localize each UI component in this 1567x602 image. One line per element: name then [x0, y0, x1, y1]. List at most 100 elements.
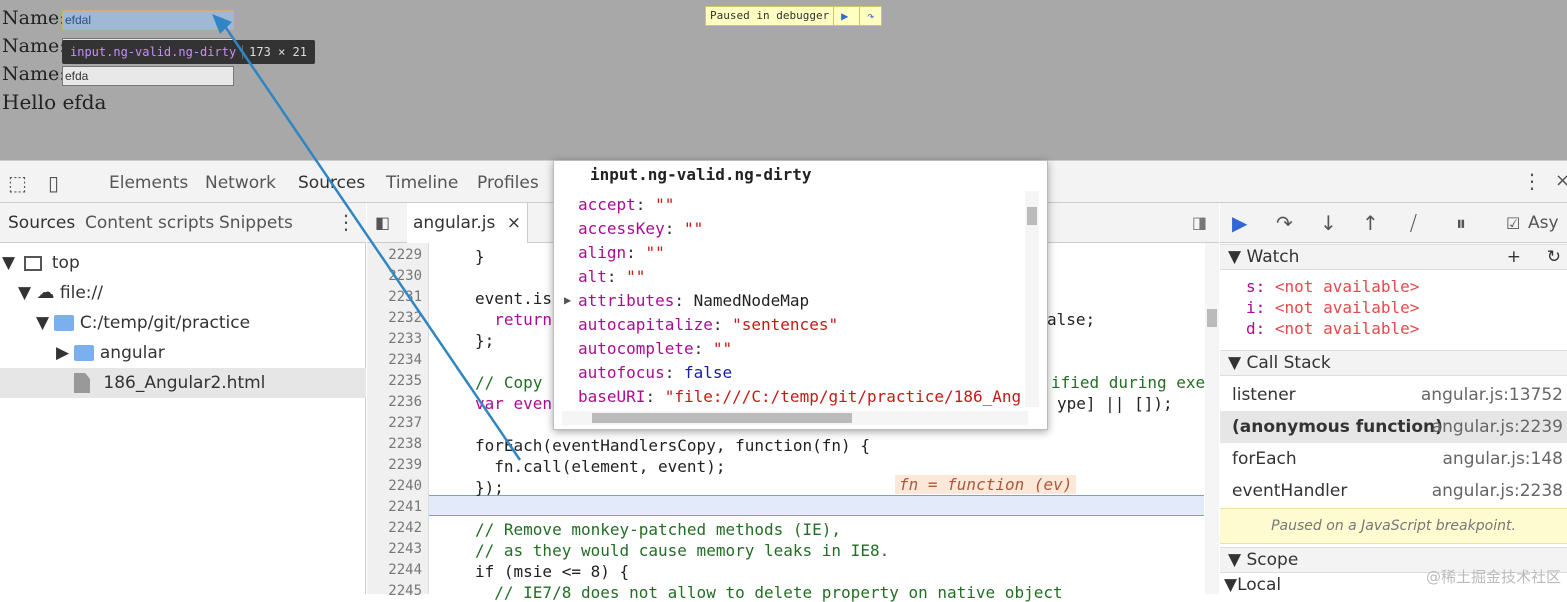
tree-item-file[interactable]: ▼ ☁ file:// [0, 278, 366, 308]
callstack-section-header[interactable]: ▼ Call Stack [1220, 350, 1567, 376]
popover-title: input.ng-valid.ng-dirty [590, 165, 812, 184]
inline-value: fn = function (ev) [895, 475, 1077, 494]
callstack-title: Call Stack [1246, 353, 1331, 373]
line-number[interactable]: 2235 [388, 373, 422, 389]
tree-item-folder-practice[interactable]: ▼ C:/temp/git/practice [0, 308, 366, 338]
tab-network[interactable]: Network [205, 173, 276, 193]
toggle-debugger-icon[interactable]: ◨ [1192, 213, 1207, 232]
more-menu-icon[interactable]: ⋮ [1522, 169, 1542, 193]
editor-scrollbar[interactable] [1205, 243, 1219, 594]
callstack-frame[interactable]: listener angular.js:13752 [1220, 379, 1567, 411]
line-number[interactable]: 2229 [388, 247, 422, 263]
code-line: alse; [1047, 310, 1096, 329]
popover-property[interactable]: accessKey: "" [578, 219, 703, 238]
line-number[interactable]: 2234 [388, 352, 422, 368]
expand-icon: ▼ [1228, 247, 1242, 267]
tab-elements[interactable]: Elements [109, 173, 188, 193]
resume-icon[interactable]: ▶ [1232, 211, 1247, 235]
watch-item[interactable]: s: <not available> [1246, 277, 1419, 296]
step-over-icon[interactable]: ↷ [859, 7, 881, 25]
tree-label: 186_Angular2.html [103, 373, 266, 393]
tree-item-file-html[interactable]: 186_Angular2.html [0, 368, 366, 398]
code-line: }); [475, 478, 504, 497]
name-input-1[interactable]: efdal [62, 10, 234, 30]
toggle-navigator-icon[interactable]: ◧ [375, 213, 390, 232]
watermark: @稀土掘金技术社区 [1425, 568, 1561, 586]
navigator-tabs: Sources Content scripts Snippets ⋮ [0, 203, 366, 243]
async-label: Asy [1528, 213, 1559, 233]
callstack-frame[interactable]: eventHandler angular.js:2238 [1220, 475, 1567, 507]
scope-title: Scope [1246, 550, 1299, 570]
nav-tab-snippets[interactable]: Snippets [219, 213, 293, 233]
popover-property[interactable]: align: "" [578, 243, 665, 262]
add-watch-icon[interactable]: + [1507, 245, 1521, 269]
line-number[interactable]: 2233 [388, 331, 422, 347]
code-line: forEach(eventHandlersCopy, function(fn) … [475, 436, 870, 455]
refresh-icon[interactable]: ↻ [1547, 245, 1561, 269]
nav-tab-content-scripts[interactable]: Content scripts [85, 213, 214, 233]
hello-text: Hello efda [2, 90, 107, 114]
popover-property[interactable]: accept: "" [578, 195, 674, 214]
line-number[interactable]: 2244 [388, 562, 422, 578]
close-icon[interactable]: × [1555, 170, 1567, 191]
paused-text: Paused in debugger [710, 9, 830, 22]
pause-on-exceptions-icon[interactable]: ⏸ [1456, 211, 1466, 235]
line-number[interactable]: 2236 [388, 394, 422, 410]
callstack-frame[interactable]: (anonymous function) angular.js:2239 [1220, 411, 1567, 443]
line-number[interactable]: 2230 [388, 268, 422, 284]
name-label-3: Name: [2, 63, 66, 85]
nav-more-icon[interactable]: ⋮ [336, 210, 356, 234]
watch-item[interactable]: i: <not available> [1246, 298, 1419, 317]
step-into-icon[interactable]: ↓ [1320, 211, 1337, 235]
watch-title: Watch [1246, 247, 1300, 267]
popover-property[interactable]: ▶ attributes: NamedNodeMap [564, 291, 809, 310]
step-over-icon[interactable]: ↷ [1276, 211, 1293, 235]
watch-item[interactable]: d: <not available> [1246, 319, 1419, 338]
execution-line [429, 495, 1204, 516]
code-line: event.is [475, 289, 553, 308]
deactivate-breakpoints-icon[interactable]: ⧸ [1410, 211, 1417, 235]
editor-tab-angular[interactable]: angular.js × [407, 203, 528, 243]
tree-label: file:// [59, 283, 103, 303]
inspect-icon[interactable]: ⬚ [8, 171, 27, 195]
line-number[interactable]: 2232 [388, 310, 422, 326]
close-tab-icon[interactable]: × [507, 213, 521, 233]
nav-tab-sources[interactable]: Sources [8, 213, 75, 233]
expand-icon[interactable]: ▶ [564, 293, 571, 307]
async-checkbox[interactable]: ☑ [1506, 214, 1520, 233]
popover-property[interactable]: baseURI: "file:///C:/temp/git/practice/1… [578, 387, 1021, 406]
tab-profiles[interactable]: Profiles [477, 173, 539, 193]
watch-section-header[interactable]: ▼ Watch + ↻ [1220, 244, 1567, 270]
tab-sources[interactable]: Sources [298, 173, 366, 205]
popover-property[interactable]: autofocus: false [578, 363, 732, 382]
popover-vscrollbar[interactable] [1025, 191, 1039, 407]
scope-local[interactable]: ▼Local [1224, 575, 1281, 595]
line-number[interactable]: 2237 [388, 415, 422, 431]
device-icon[interactable]: ▯ [48, 171, 59, 195]
tree-item-top[interactable]: ▼ top [0, 248, 366, 278]
line-number[interactable]: 2242 [388, 520, 422, 536]
popover-property[interactable]: autocapitalize: "sentences" [578, 315, 838, 334]
name-input-3[interactable]: efda [62, 66, 234, 86]
code-line: }; [475, 331, 495, 350]
step-out-icon[interactable]: ↑ [1362, 211, 1379, 235]
line-number[interactable]: 2245 [388, 583, 422, 599]
line-number[interactable]: 2243 [388, 541, 422, 557]
resume-icon[interactable]: ▶ [833, 7, 855, 25]
line-number[interactable]: 2231 [388, 289, 422, 305]
line-number[interactable]: 2240 [388, 478, 422, 494]
popover-property[interactable]: autocomplete: "" [578, 339, 732, 358]
code-line: if (msie <= 8) { [475, 562, 630, 581]
line-number[interactable]: 2241 [388, 499, 422, 515]
code-line: ified during exe [1051, 373, 1206, 392]
callstack-frame[interactable]: forEach angular.js:148 [1220, 443, 1567, 475]
popover-property[interactable]: alt: "" [578, 267, 645, 286]
line-number[interactable]: 2238 [388, 436, 422, 452]
paused-overlay: Paused in debugger ▶ ↷ [705, 6, 883, 26]
tree-item-folder-angular[interactable]: ▶ angular [0, 338, 366, 368]
line-number[interactable]: 2239 [388, 457, 422, 473]
popover-hscrollbar[interactable] [562, 411, 1028, 425]
element-tooltip: input.ng-valid.ng-dirty 173 × 21 [62, 40, 315, 64]
tab-timeline[interactable]: Timeline [386, 173, 458, 193]
debugger-toolbar: ▶ ↷ ↓ ↑ ⧸ ⏸ ☑ Asy [1220, 203, 1567, 243]
